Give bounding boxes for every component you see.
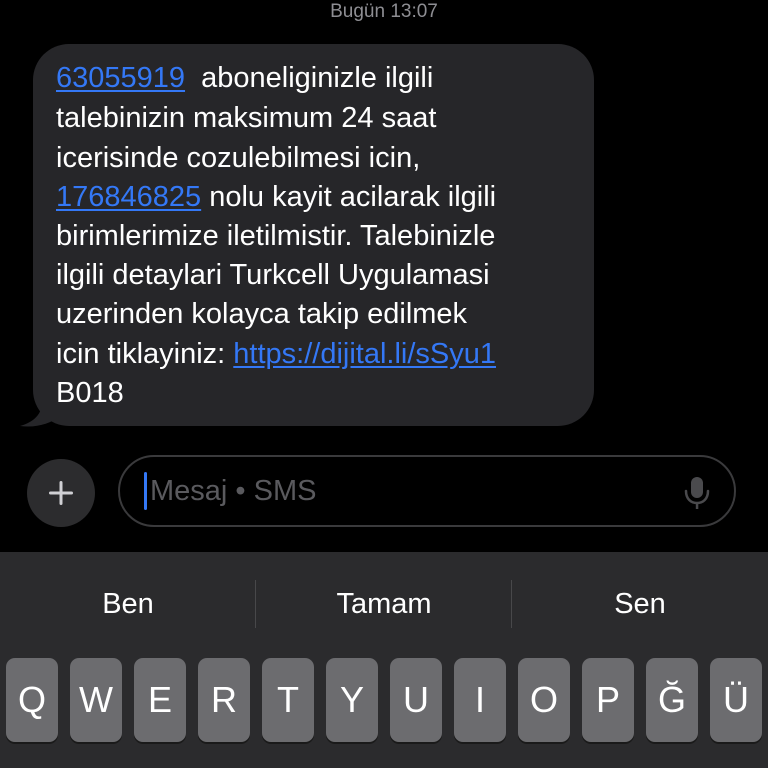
message-text: talebinizin maksimum 24 saat [56,102,437,134]
suggestion-ben[interactable]: Ben [0,584,256,624]
key-g-breve[interactable]: Ğ [646,658,698,742]
message-text: aboneliginizle ilgili [185,62,434,94]
url-link[interactable]: https://dijital.li/sSyu1 [233,338,496,370]
key-t[interactable]: T [262,658,314,742]
subscription-number-link[interactable]: 63055919 [56,62,185,94]
message-line: uzerinden kolayca takip edilmek [56,294,467,334]
microphone-icon[interactable] [682,475,712,511]
message-input[interactable]: Mesaj • SMS [118,455,736,527]
key-q[interactable]: Q [6,658,58,742]
keyboard: Ben Tamam Sen Q W E R T Y U I O P Ğ Ü [0,552,768,768]
record-number-link[interactable]: 176846825 [56,181,201,213]
message-text: icerisinde cozulebilmesi icin, [56,142,421,174]
message-text: icin tiklayiniz: [56,338,234,370]
key-y[interactable]: Y [326,658,378,742]
key-p[interactable]: P [582,658,634,742]
message-line: birimlerimize iletilmistir. Talebinizle [56,216,495,256]
message-line: 176846825 nolu kayit acilarak ilgili [56,177,496,217]
messages-screen: Bugün 13:07 63055919 aboneliginizle ilgi… [0,0,768,768]
message-line: 63055919 aboneliginizle ilgili [56,58,433,98]
message-line: icerisinde cozulebilmesi icin, [56,138,420,178]
message-text: uzerinden kolayca takip edilmek [56,298,468,330]
key-u-umlaut[interactable]: Ü [710,658,762,742]
message-line: ilgili detaylari Turkcell Uygulamasi [56,255,490,295]
key-w[interactable]: W [70,658,122,742]
key-u[interactable]: U [390,658,442,742]
plus-icon [49,481,73,505]
message-text: B018 [56,377,124,409]
message-input-placeholder: Mesaj • SMS [150,475,317,507]
key-o[interactable]: O [518,658,570,742]
message-timestamp: Bugün 13:07 [330,1,438,22]
add-attachment-button[interactable] [27,459,95,527]
suggestion-sen[interactable]: Sen [512,584,768,624]
message-text: ilgili detaylari Turkcell Uygulamasi [56,259,490,291]
key-i[interactable]: I [454,658,506,742]
text-caret [144,472,147,510]
message-text: nolu kayit acilarak ilgili [201,181,497,213]
message-text: birimlerimize iletilmistir. Talebinizle [56,220,496,252]
key-e[interactable]: E [134,658,186,742]
message-line: icin tiklayiniz: https://dijital.li/sSyu… [56,334,496,374]
suggestion-tamam[interactable]: Tamam [256,584,512,624]
message-line: B018 [56,373,124,413]
predictive-suggestions: Ben Tamam Sen [0,552,768,656]
key-r[interactable]: R [198,658,250,742]
message-line: talebinizin maksimum 24 saat [56,98,436,138]
bubble-tail [20,402,60,427]
